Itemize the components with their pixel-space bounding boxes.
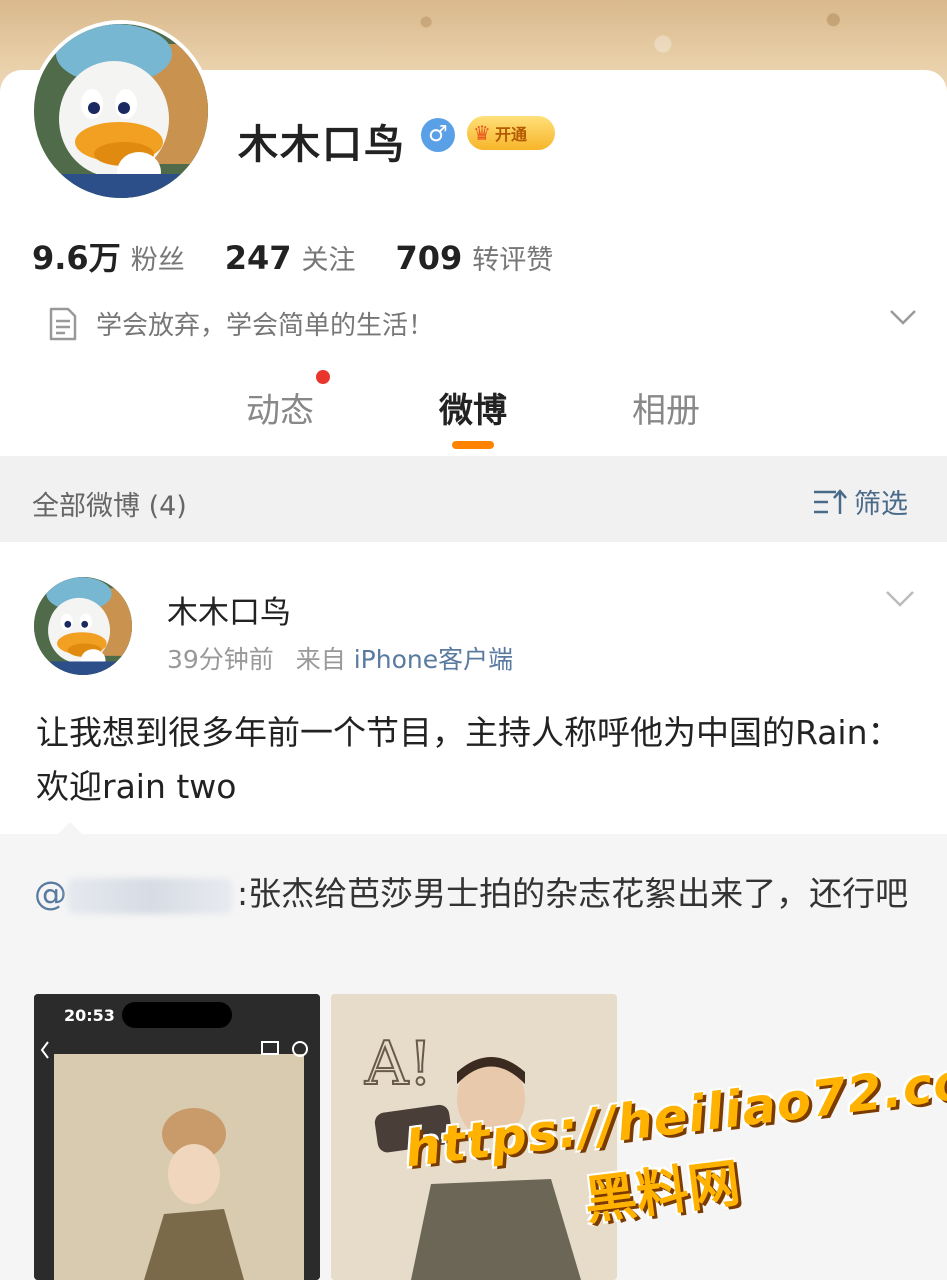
filter-button[interactable]: 筛选 [812,482,908,521]
phone-status-time: 20:53 [64,1006,115,1025]
likes-label[interactable]: 转评赞 [472,238,553,277]
tab-weibo[interactable]: 微博 [439,383,507,432]
post-meta: 39分钟前 来自 iPhone客户端 [167,640,513,676]
post-time: 39分钟前 [167,645,274,674]
likes-count[interactable]: 709 [396,239,463,277]
profile-bio[interactable]: 学会放弃，学会简单的生活！ [48,305,918,342]
notification-dot [316,370,330,384]
tab-album[interactable]: 相册 [632,383,700,432]
all-posts-count: 全部微博 (4) [32,491,187,522]
following-label[interactable]: 关注 [302,238,356,277]
bio-text: 学会放弃，学会简单的生活！ [96,311,435,341]
donald-duck-avatar-image [34,24,208,198]
repost-text: :张杰给芭莎男士拍的杂志花絮出来了，还行吧 [237,874,909,913]
profile-stats: 9.6万 粉丝 247 关注 709 转评赞 [32,233,593,279]
document-icon [49,307,77,340]
profile-avatar[interactable] [30,20,212,202]
crown-icon: ♛ [473,121,491,145]
post-text: 让我想到很多年前一个节目，主持人称呼他为中国的Rain：欢迎rain two [36,713,901,806]
male-gender-icon: ♂ [421,118,455,152]
filter-sort-icon [814,488,847,514]
weibo-profile-screen: 木木口鸟 ♂ ♛ 开通 9.6万 粉丝 247 关注 709 转评赞 学会放弃，… [0,0,947,1280]
post-source-prefix: 来自 [295,645,346,674]
chevron-down-icon[interactable] [888,307,918,327]
tab-feed[interactable]: 动态 [246,383,314,432]
post-author-name[interactable]: 木木口鸟 [167,587,291,632]
filter-label: 筛选 [854,489,908,520]
vip-label: 开通 [494,125,527,144]
profile-name: 木木口鸟 [238,122,406,168]
phone-notch [122,1002,232,1028]
repost-notch [56,822,84,836]
active-tab-indicator [452,441,494,449]
following-count[interactable]: 247 [225,239,292,277]
post-menu-chevron-icon[interactable] [884,588,916,610]
photo-screenshot-image [34,994,320,1280]
donald-duck-avatar-image [34,577,132,675]
repost-text-block: @ :张杰给芭莎男士拍的杂志花絮出来了，还行吧 [34,866,914,922]
post-source[interactable]: iPhone客户端 [354,645,513,674]
repost-at-sign[interactable]: @ [34,874,67,913]
post-image-1[interactable]: 20:53 [34,994,320,1280]
fans-count[interactable]: 9.6万 [32,233,121,279]
vip-open-button[interactable]: ♛ 开通 [467,116,555,150]
blurred-username[interactable] [67,877,233,914]
post-author-avatar[interactable] [34,577,132,675]
handwritten-caption: A! [364,1029,432,1099]
fans-label[interactable]: 粉丝 [131,238,185,277]
